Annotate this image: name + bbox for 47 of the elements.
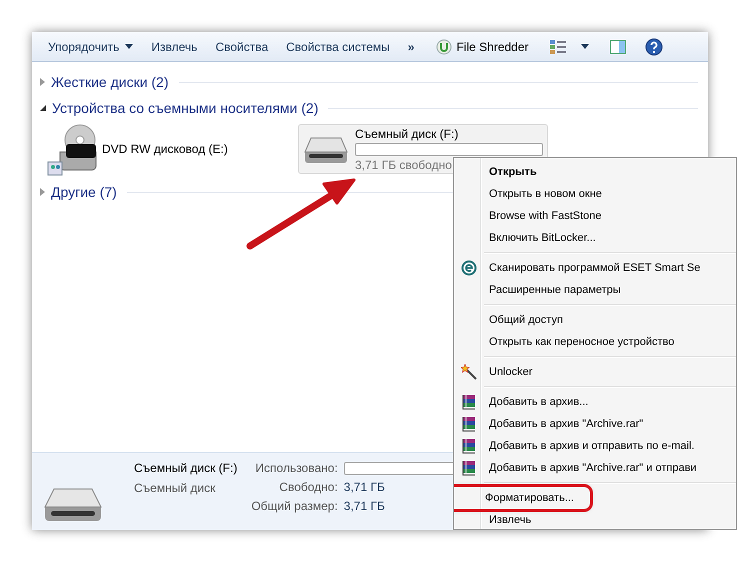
view-icon[interactable]: [548, 38, 567, 54]
magic-wand-icon: [461, 364, 477, 380]
menu-item[interactable]: Unlocker: [458, 361, 532, 383]
toolbar-button[interactable]: Свойства системы: [280, 34, 396, 58]
e-logo-icon: [461, 260, 477, 276]
help-icon[interactable]: [644, 38, 663, 56]
property-value: 3,71 ГБ: [344, 480, 386, 494]
property-label: Свободно:: [278, 480, 338, 494]
shredder-button[interactable]: File Shredder: [430, 34, 535, 58]
menu-item[interactable]: Расширенные параметры: [458, 279, 621, 301]
menu-item[interactable]: Общий доступ: [458, 309, 563, 331]
drive-name: DVD RW дисковод (E:): [102, 142, 228, 156]
toolbar-button[interactable]: Свойства: [209, 34, 274, 58]
menu-item[interactable]: Browse with FastStone: [458, 205, 602, 227]
books-icon: [461, 394, 477, 410]
group-header[interactable]: Другие (7): [51, 184, 117, 200]
books-icon: [461, 416, 477, 432]
toolbar-button[interactable]: Извлечь: [145, 34, 204, 58]
books-icon: [461, 438, 477, 454]
menu-item[interactable]: Открыть как переносное устройство: [458, 331, 674, 353]
pane-icon[interactable]: [608, 38, 627, 54]
property-value: 3,71 ГБ: [344, 499, 386, 513]
menu-item[interactable]: Сканировать программой ESET Smart Se: [458, 257, 700, 279]
menu-item[interactable]: Добавить в архив и отправить по e-mail.: [458, 435, 694, 457]
group-header[interactable]: Жесткие диски (2): [51, 74, 169, 90]
toolbar-button[interactable]: Упорядочить: [42, 34, 140, 58]
caret-icon: [125, 44, 134, 49]
menu-item[interactable]: Открыть в новом окне: [458, 183, 602, 205]
menu-item[interactable]: Форматировать...: [454, 487, 590, 509]
menu-item[interactable]: Извлечь: [458, 509, 532, 529]
caret-icon[interactable]: [580, 44, 589, 49]
drive-name: Съемный диск (F:): [134, 461, 238, 475]
property-label: Общий размер:: [251, 499, 338, 513]
menu-item[interactable]: Добавить в архив "Archive.rar": [458, 413, 644, 435]
used-label: Использовано:: [254, 461, 338, 475]
drive-name: Съемный диск (F:): [355, 126, 460, 140]
drive-type: Съемный диск: [134, 481, 216, 495]
shield-icon: [436, 38, 452, 54]
drive-item[interactable]: DVD RW дисковод (E:): [40, 122, 298, 176]
books-icon: [461, 460, 477, 476]
menu-item[interactable]: Добавить в архив...: [458, 391, 588, 413]
menu-item[interactable]: Добавить в архив "Archive.rar" и отправи: [458, 457, 697, 479]
free-space-text: 3,71 ГБ свободно: [355, 158, 453, 172]
expand-arrow-icon[interactable]: [40, 105, 46, 111]
more-button[interactable]: »: [402, 34, 420, 58]
menu-item[interactable]: Включить BitLocker...: [458, 227, 596, 249]
group-header[interactable]: Устройства со съемными носителями (2): [52, 100, 318, 116]
